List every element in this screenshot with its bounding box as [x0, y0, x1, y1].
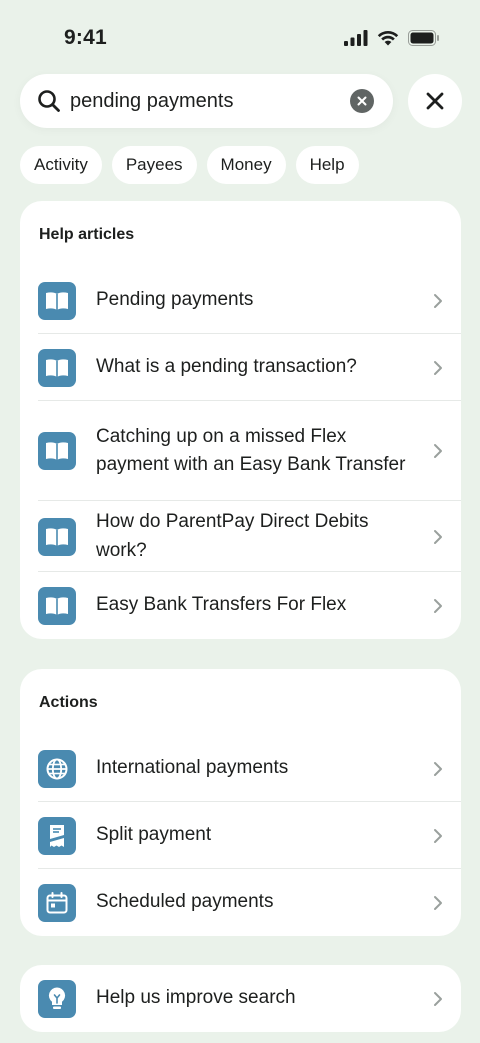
improve-search-row[interactable]: Help us improve search — [38, 965, 461, 1032]
help-article-label: Catching up on a missed Flex payment wit… — [96, 425, 406, 476]
chevron-right-icon — [434, 828, 442, 843]
status-bar: 9:41 — [0, 0, 480, 76]
chip-activity[interactable]: Activity — [20, 146, 102, 184]
help-article-row[interactable]: Easy Bank Transfers For Flex — [38, 572, 461, 639]
help-article-label: What is a pending transaction? — [96, 356, 357, 378]
help-article-label: How do ParentPay Direct Debits work? — [96, 511, 369, 561]
help-article-row[interactable]: Catching up on a missed Flex payment wit… — [38, 401, 461, 501]
globe-icon — [38, 749, 76, 788]
search-icon — [38, 90, 60, 112]
filter-chips: Activity Payees Money Help — [20, 146, 359, 184]
book-icon — [38, 517, 76, 556]
chevron-right-icon — [434, 761, 442, 776]
help-articles-title: Help articles — [39, 226, 135, 243]
chip-money[interactable]: Money — [206, 146, 286, 184]
status-icons — [344, 28, 440, 48]
status-time: 9:41 — [64, 26, 107, 49]
help-article-label: Easy Bank Transfers For Flex — [96, 594, 347, 616]
calendar-icon — [38, 883, 76, 922]
chevron-right-icon — [434, 360, 442, 375]
help-article-row[interactable]: What is a pending transaction? — [38, 334, 461, 401]
chevron-right-icon — [434, 895, 442, 910]
help-articles-card: Help articles Pending payments What is a… — [20, 201, 461, 639]
action-row-split-payment[interactable]: Split payment — [38, 802, 461, 869]
chevron-right-icon — [434, 991, 442, 1006]
chip-payees[interactable]: Payees — [111, 146, 197, 184]
lightbulb-icon — [38, 979, 76, 1018]
chevron-right-icon — [434, 529, 442, 544]
book-icon — [38, 586, 76, 625]
cellular-signal-icon — [344, 30, 368, 46]
help-article-row[interactable]: Pending payments — [38, 267, 461, 334]
actions-card: Actions International payments Split pay… — [20, 669, 461, 936]
chevron-right-icon — [434, 293, 442, 308]
action-row-international-payments[interactable]: International payments — [38, 735, 461, 802]
action-row-scheduled-payments[interactable]: Scheduled payments — [38, 869, 461, 936]
help-article-label: Pending payments — [96, 289, 254, 311]
book-icon — [38, 281, 76, 320]
search-row — [20, 74, 462, 128]
battery-icon — [408, 30, 439, 46]
chip-help[interactable]: Help — [295, 146, 359, 184]
split-receipt-icon — [38, 816, 76, 855]
action-label: Scheduled payments — [96, 891, 274, 913]
clear-x-icon — [357, 96, 367, 106]
help-article-row[interactable]: How do ParentPay Direct Debits work? — [38, 501, 461, 572]
book-icon — [38, 432, 76, 470]
action-label: International payments — [96, 757, 289, 779]
close-search-button[interactable] — [408, 74, 462, 128]
improve-search-label: Help us improve search — [96, 987, 296, 1009]
action-label: Split payment — [96, 824, 212, 846]
search-box[interactable] — [20, 74, 393, 128]
chevron-right-icon — [434, 444, 442, 458]
chevron-right-icon — [434, 598, 442, 613]
clear-search-button[interactable] — [350, 89, 374, 113]
book-icon — [38, 348, 76, 387]
wifi-icon — [377, 30, 399, 46]
feedback-card: Help us improve search — [20, 965, 461, 1032]
search-input[interactable] — [70, 74, 340, 128]
actions-title: Actions — [39, 694, 98, 711]
close-icon — [426, 92, 444, 110]
